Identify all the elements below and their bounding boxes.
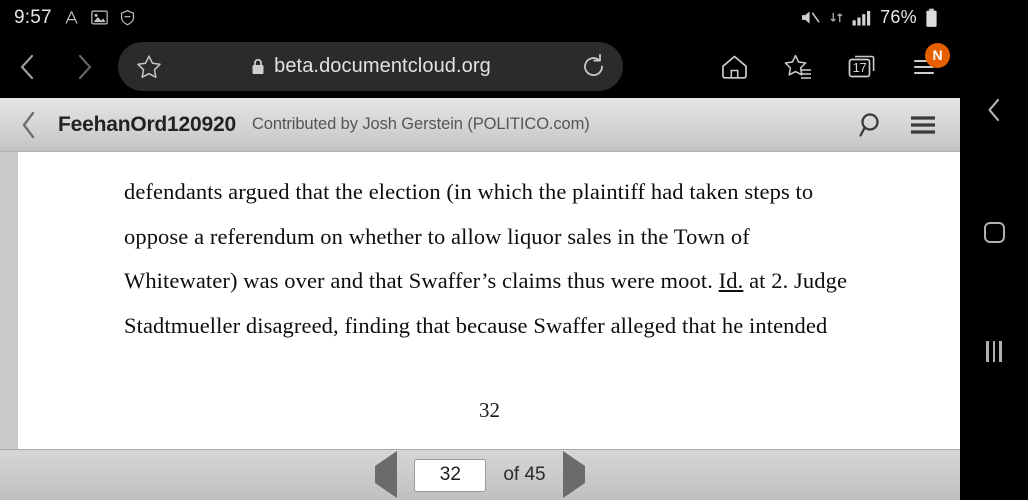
nav-home-icon[interactable] <box>960 222 1028 243</box>
tab-count-label: 17 <box>852 60 867 75</box>
reload-icon[interactable] <box>580 53 607 80</box>
document-contributor: Contributed by Josh Gerstein (POLITICO.c… <box>251 115 590 133</box>
previous-page-triangle-icon <box>375 451 398 498</box>
browser-back-button[interactable] <box>0 35 56 98</box>
document-header: FeehanOrd120920 Contributed by Josh Gers… <box>0 98 960 152</box>
home-icon[interactable] <box>712 44 756 90</box>
vpn-shield-icon <box>119 9 136 26</box>
lock-icon <box>251 58 265 75</box>
bookmarks-star-icon[interactable] <box>776 44 820 90</box>
data-transfer-icon <box>829 9 844 26</box>
android-navigation-bar <box>960 0 1028 500</box>
image-icon <box>91 10 108 25</box>
line-text-after: at 2. Judge <box>743 268 848 294</box>
browser-forward-button[interactable] <box>56 35 112 98</box>
document-back-button[interactable] <box>0 98 58 152</box>
document-menu-icon[interactable] <box>908 113 938 137</box>
nav-recents-icon[interactable] <box>960 341 1028 362</box>
font-size-icon <box>63 9 80 26</box>
status-bar-clock: 9:57 <box>14 6 52 28</box>
page-navigation-bar: 32 of 45 <box>0 449 960 500</box>
url-display[interactable]: beta.documentcloud.org <box>172 55 570 78</box>
page-total-label: of 45 <box>503 464 546 485</box>
phone-screen: 9:57 76% beta.documentcloud.org 17 N Fee… <box>0 0 1028 500</box>
document-line: Whitewater) was over and that Swaffer’s … <box>124 259 900 304</box>
hamburger-menu-icon[interactable]: N <box>904 42 950 90</box>
search-icon[interactable] <box>858 111 886 139</box>
document-line: defendants argued that the election (in … <box>124 179 814 204</box>
next-page-triangle-icon <box>562 451 585 498</box>
page-footer-number: 32 <box>479 398 500 423</box>
bookmark-star-icon[interactable] <box>136 54 162 79</box>
document-header-actions <box>858 111 960 139</box>
url-text: beta.documentcloud.org <box>274 55 491 77</box>
battery-icon <box>925 8 938 28</box>
signal-bars-icon <box>852 9 872 26</box>
next-page-button[interactable] <box>562 451 585 498</box>
previous-page-button[interactable] <box>375 451 398 498</box>
url-bar[interactable]: beta.documentcloud.org <box>118 42 623 91</box>
tabs-icon[interactable]: 17 <box>840 44 884 90</box>
menu-notification-badge: N <box>925 42 950 68</box>
document-text-block: defendants argued that the election (in … <box>18 152 960 423</box>
document-page: defendants argued that the election (in … <box>18 152 960 449</box>
page-number-input[interactable]: 32 <box>414 458 487 492</box>
home-square-shape <box>983 222 1005 243</box>
battery-percent-label: 76% <box>880 7 917 27</box>
android-status-bar: 9:57 76% <box>0 0 960 35</box>
browser-action-icons: 17 N <box>712 42 960 90</box>
document-viewport[interactable]: defendants argued that the election (in … <box>0 152 960 449</box>
line-text-before: Whitewater) was over and that Swaffer’s … <box>124 268 719 294</box>
mute-icon <box>800 9 821 26</box>
status-bar-right: 76% <box>800 7 946 28</box>
recents-bars-shape <box>986 341 1002 362</box>
status-bar-left: 9:57 <box>14 7 136 29</box>
document-line: Stadtmueller disagreed, finding that bec… <box>124 312 828 338</box>
browser-toolbar: beta.documentcloud.org 17 N <box>0 35 960 98</box>
document-line: oppose a referendum on whether to allow … <box>124 223 750 249</box>
nav-back-icon[interactable] <box>960 96 1028 124</box>
document-title: FeehanOrd120920 <box>58 112 236 136</box>
citation-id-underlined: Id. <box>718 268 744 294</box>
